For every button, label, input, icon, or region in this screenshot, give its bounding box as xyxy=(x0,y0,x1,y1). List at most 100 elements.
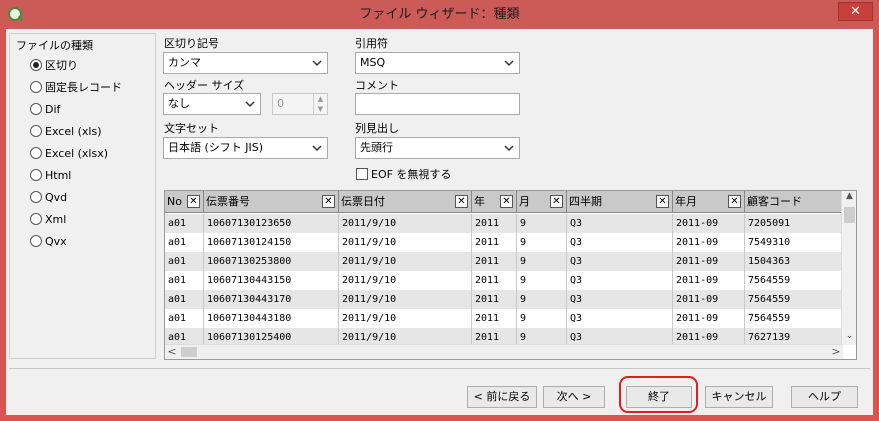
column-header-label: 顧客コード xyxy=(747,195,802,208)
quote-label: 引用符 xyxy=(355,37,388,50)
header-size-select[interactable]: なし xyxy=(163,93,261,115)
radio-button[interactable] xyxy=(30,169,42,181)
column-header[interactable]: 年 ✕ xyxy=(472,191,517,213)
remove-column-icon[interactable]: ✕ xyxy=(455,195,468,208)
file-type-option[interactable]: Dif xyxy=(30,101,60,117)
back-button[interactable]: < 前に戻る xyxy=(467,386,537,408)
file-type-option-label: Excel (xlsx) xyxy=(45,146,109,160)
table-cell: a01 xyxy=(165,309,204,328)
table-cell: 2011-09 xyxy=(673,290,745,309)
column-header[interactable]: 月 ✕ xyxy=(517,191,567,213)
checkbox-box[interactable] xyxy=(356,168,368,180)
table-cell: 2011/9/10 xyxy=(339,309,472,328)
table-cell: 2011/9/10 xyxy=(339,290,472,309)
radio-button[interactable] xyxy=(30,125,42,137)
table-cell: 2011/9/10 xyxy=(339,233,472,252)
file-type-group-label: ファイルの種類 xyxy=(14,37,95,53)
column-header-label: 四半期 xyxy=(569,195,602,208)
column-header-label: 年 xyxy=(474,195,485,208)
file-type-option[interactable]: Html xyxy=(30,167,71,183)
table-cell: 10607130443180 xyxy=(204,309,339,328)
table-body: a01 10607130123650 2011/9/10 2011 9 Q3 2011-09… xyxy=(165,214,843,347)
column-header[interactable]: 四半期 ✕ xyxy=(567,191,673,213)
radio-button[interactable] xyxy=(30,235,42,247)
table-cell: Q3 xyxy=(567,214,673,233)
radio-button[interactable] xyxy=(30,213,42,225)
quote-select[interactable]: MSQ xyxy=(355,52,520,74)
table-cell: 7549310 xyxy=(745,233,843,252)
radio-button[interactable] xyxy=(30,147,42,159)
table-cell: 2011 xyxy=(472,252,517,271)
file-type-option[interactable]: Qvd xyxy=(30,189,67,205)
ignore-eof-checkbox[interactable]: EOF を無視する xyxy=(356,166,451,182)
table-row: a01 10607130253800 2011/9/10 2011 9 Q3 2011-09… xyxy=(165,252,843,271)
file-type-option[interactable]: Xml xyxy=(30,211,66,227)
table-cell: 2011 xyxy=(472,214,517,233)
table-cell: 9 xyxy=(517,290,567,309)
title-bar[interactable]: ファイル ウィザード：種類 ✕ xyxy=(0,0,879,29)
chevron-down-icon xyxy=(503,140,515,156)
table-cell: 2011/9/10 xyxy=(339,214,472,233)
scroll-right-icon[interactable]: > xyxy=(829,345,843,359)
remove-column-icon[interactable]: ✕ xyxy=(550,195,563,208)
scroll-left-icon[interactable]: < xyxy=(165,345,179,359)
file-type-option[interactable]: 区切り xyxy=(30,57,78,73)
table-cell: 2011-09 xyxy=(673,252,745,271)
column-header[interactable]: No ✕ xyxy=(165,191,204,213)
column-labels-select[interactable]: 先頭行 xyxy=(355,137,520,159)
horizontal-scroll-thumb[interactable] xyxy=(181,347,197,357)
radio-button[interactable] xyxy=(30,191,42,203)
charset-label: 文字セット xyxy=(164,122,219,135)
column-header[interactable]: 伝票日付 ✕ xyxy=(339,191,472,213)
help-button[interactable]: ヘルプ xyxy=(791,386,858,408)
header-size-value: なし xyxy=(168,97,190,110)
scroll-up-icon[interactable]: ▲ xyxy=(842,191,856,205)
remove-column-icon[interactable]: ✕ xyxy=(187,195,200,208)
close-button[interactable]: ✕ xyxy=(838,2,873,21)
data-preview-table[interactable]: No ✕ 伝票番号 ✕ 伝票日付 ✕ 年 ✕ 月 ✕ 四半期 ✕ 年月 ✕ 顧客コード a01 1060713… xyxy=(164,190,857,360)
column-header-label: 伝票番号 xyxy=(206,195,250,208)
table-cell: 7564559 xyxy=(745,271,843,290)
radio-button[interactable] xyxy=(30,81,42,93)
charset-value: 日本語 (シフト JIS) xyxy=(168,141,264,154)
column-header[interactable]: 年月 ✕ xyxy=(673,191,745,213)
file-type-option[interactable]: Excel (xlsx) xyxy=(30,145,108,161)
table-cell: 7564559 xyxy=(745,309,843,328)
column-header[interactable]: 顧客コード xyxy=(745,191,843,213)
file-type-option[interactable]: 固定長レコード xyxy=(30,79,122,95)
remove-column-icon[interactable]: ✕ xyxy=(656,195,669,208)
table-cell: 2011-09 xyxy=(673,309,745,328)
remove-column-icon[interactable]: ✕ xyxy=(500,195,513,208)
remove-column-icon[interactable]: ✕ xyxy=(322,195,335,208)
next-button[interactable]: 次へ > xyxy=(543,386,605,408)
remove-column-icon[interactable]: ✕ xyxy=(728,195,741,208)
chevron-down-icon xyxy=(311,140,323,156)
column-header-label: 伝票日付 xyxy=(341,195,385,208)
column-header[interactable]: 伝票番号 ✕ xyxy=(204,191,339,213)
file-type-option-label: Qvd xyxy=(45,190,68,204)
vertical-scrollbar[interactable]: ▲ ⌄ xyxy=(841,191,856,345)
spinner-buttons: ▲ ▼ xyxy=(313,94,327,114)
comment-input[interactable] xyxy=(355,93,520,115)
radio-button[interactable] xyxy=(30,59,42,71)
table-row: a01 10607130443150 2011/9/10 2011 9 Q3 2011-09… xyxy=(165,271,843,290)
table-cell: 2011-09 xyxy=(673,214,745,233)
delimiter-select[interactable]: カンマ xyxy=(163,52,328,74)
cancel-button[interactable]: キャンセル xyxy=(705,386,773,408)
column-labels-value: 先頭行 xyxy=(360,141,393,154)
table-cell: 10607130443150 xyxy=(204,271,339,290)
charset-select[interactable]: 日本語 (シフト JIS) xyxy=(163,137,328,159)
column-header-label: No xyxy=(167,195,182,208)
radio-button[interactable] xyxy=(30,103,42,115)
scroll-down-icon[interactable]: ⌄ xyxy=(842,331,856,345)
chevron-down-icon xyxy=(503,55,515,71)
horizontal-scrollbar[interactable]: < > xyxy=(165,344,843,359)
table-cell: 1504363 xyxy=(745,252,843,271)
table-cell: 2011 xyxy=(472,290,517,309)
file-type-option[interactable]: Qvx xyxy=(30,233,67,249)
column-labels-label: 列見出し xyxy=(355,122,399,135)
file-type-option[interactable]: Excel (xls) xyxy=(30,123,102,139)
table-cell: Q3 xyxy=(567,271,673,290)
vertical-scroll-thumb[interactable] xyxy=(844,207,855,223)
finish-button[interactable]: 終了 xyxy=(626,386,692,408)
